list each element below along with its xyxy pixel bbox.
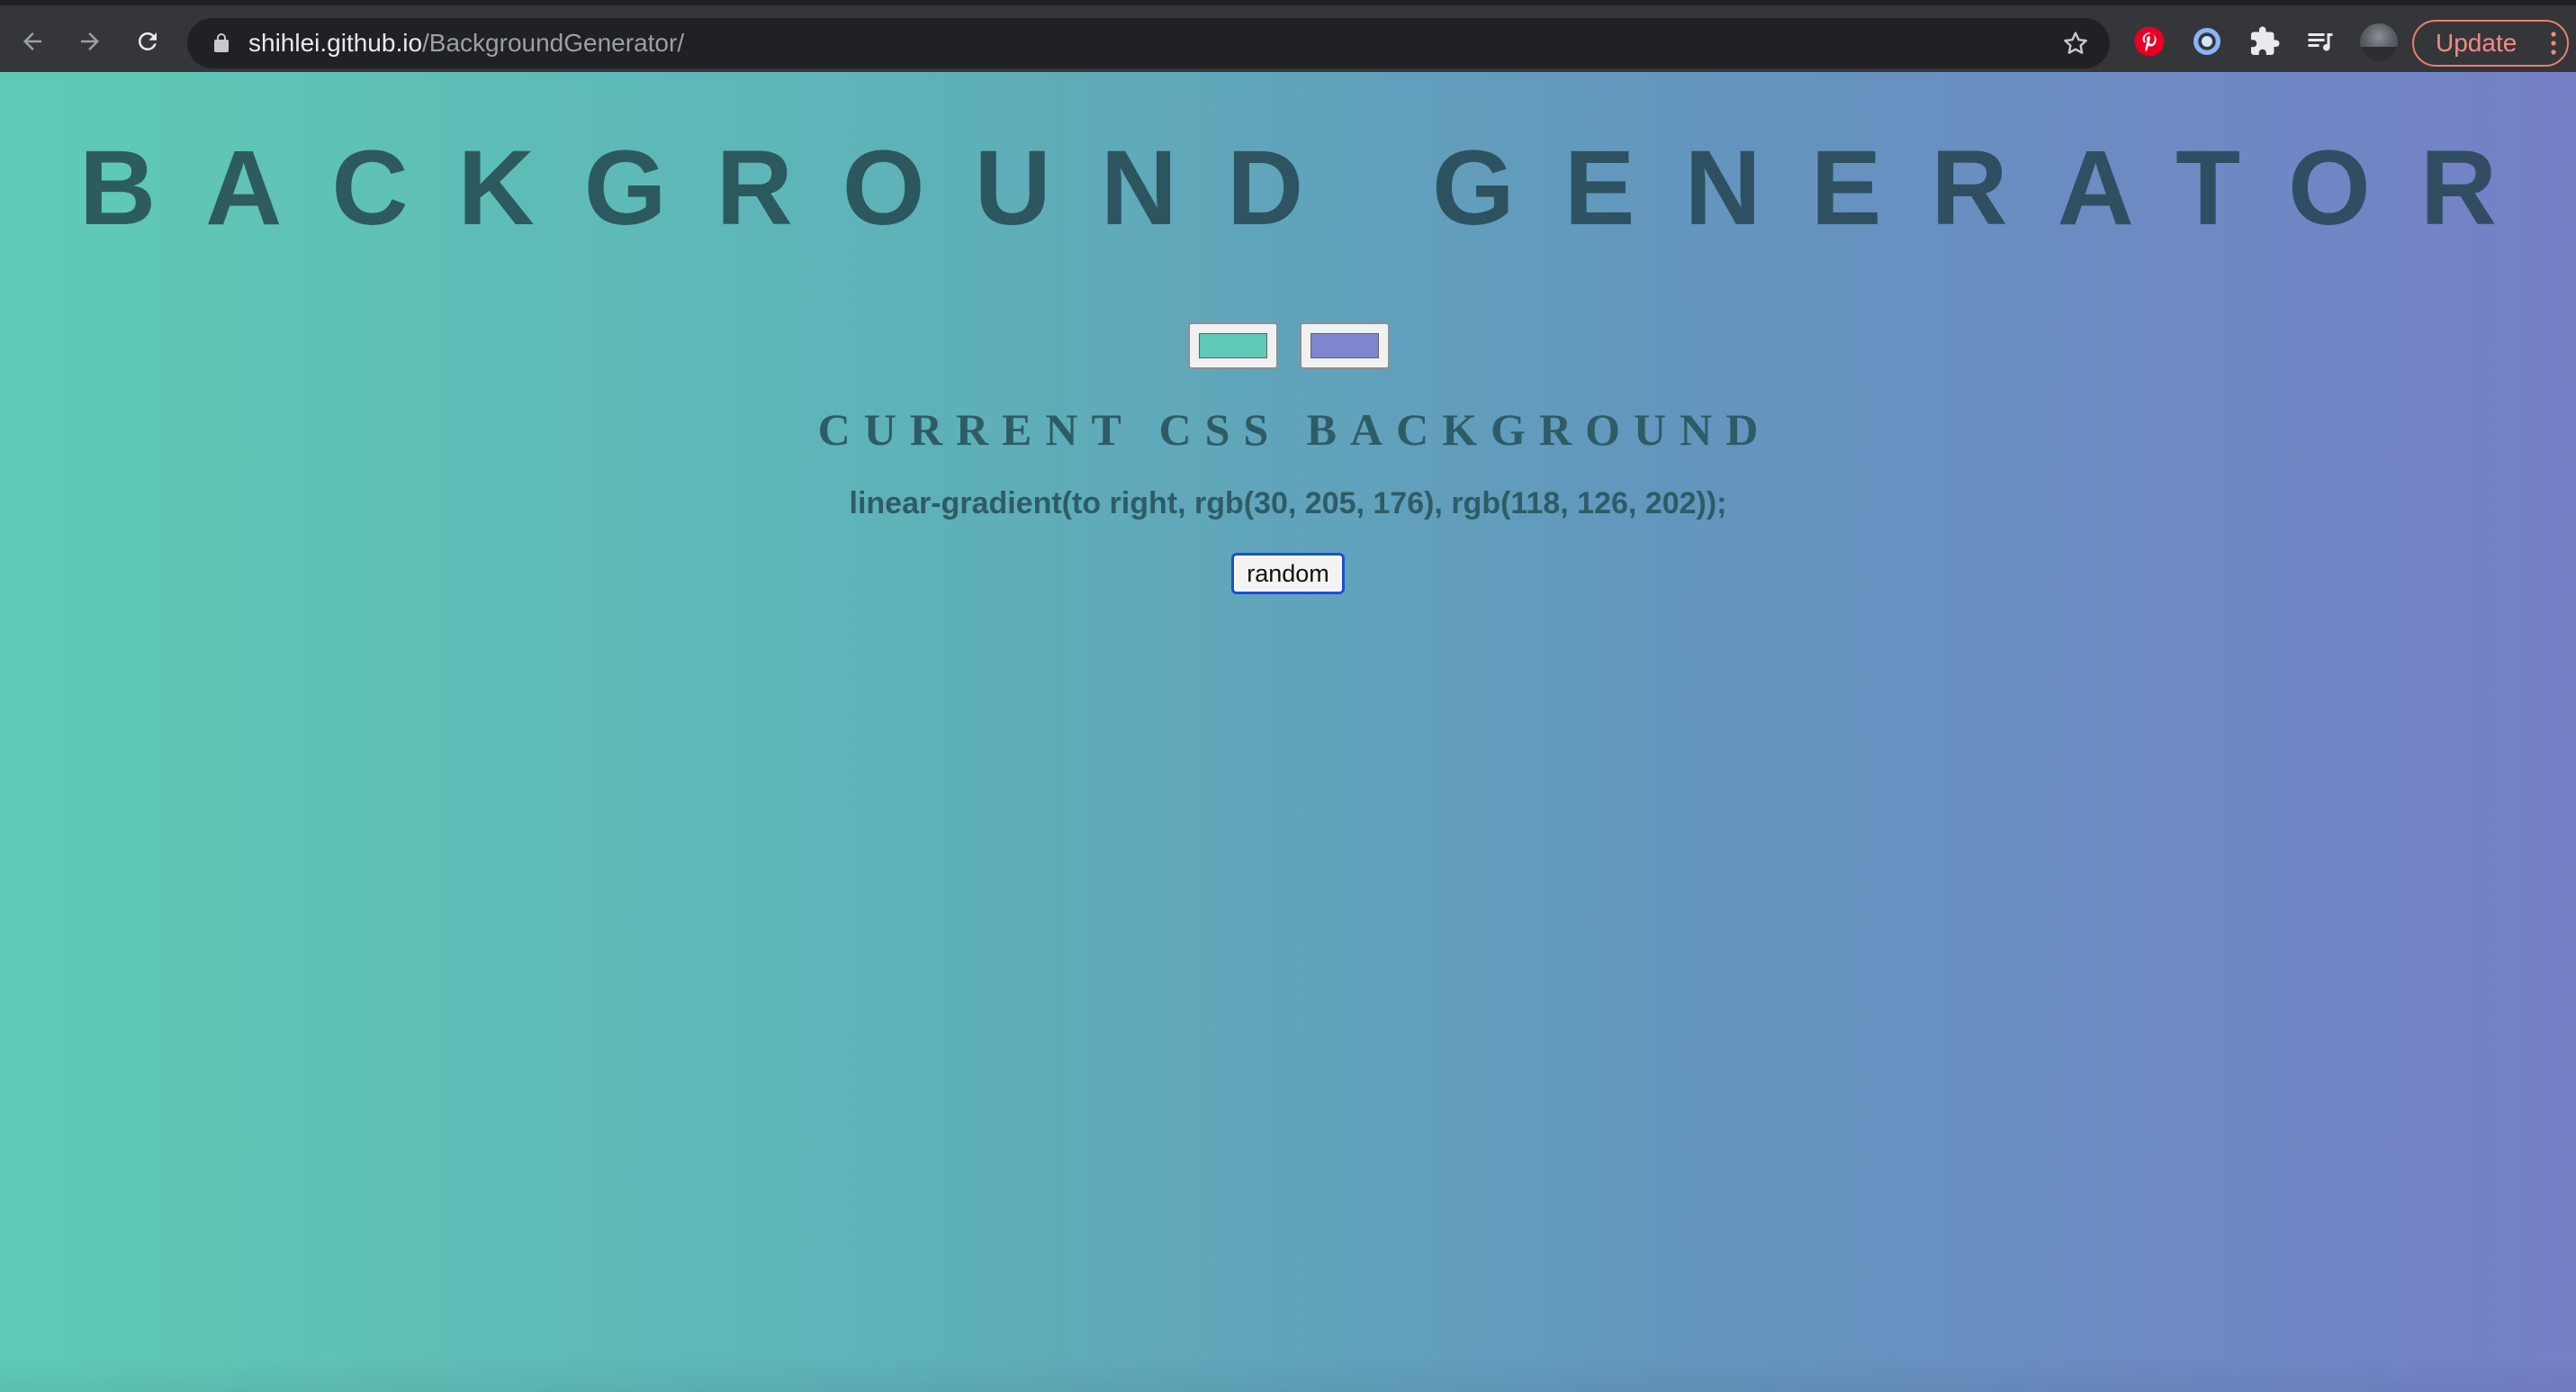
star-icon[interactable] bbox=[2061, 29, 2090, 58]
page-title: BACKGROUND GENERATOR bbox=[78, 129, 2547, 248]
color-input-2[interactable] bbox=[1300, 322, 1390, 369]
update-button[interactable]: Update bbox=[2412, 20, 2569, 67]
media-queue-icon bbox=[2308, 33, 2333, 51]
url-path: /BackgroundGenerator/ bbox=[422, 29, 685, 57]
puzzle-icon bbox=[2251, 26, 2280, 55]
circle-extension[interactable] bbox=[2189, 23, 2225, 59]
forward-button[interactable] bbox=[72, 23, 108, 59]
extensions-button[interactable] bbox=[2247, 23, 2283, 59]
section-heading: CURRENT CSS BACKGROUND bbox=[817, 404, 1772, 455]
address-bar[interactable]: shihlei.github.io/BackgroundGenerator/ bbox=[187, 18, 2110, 68]
url-text[interactable]: shihlei.github.io/BackgroundGenerator/ bbox=[248, 29, 684, 58]
color-pickers bbox=[1188, 322, 1390, 369]
more-vertical-icon[interactable] bbox=[2551, 31, 2556, 56]
page-viewport: BACKGROUND GENERATOR CURRENT CSS BACKGRO… bbox=[0, 72, 2576, 1392]
color-swatch-1 bbox=[1199, 333, 1267, 358]
pinterest-extension[interactable] bbox=[2131, 23, 2167, 59]
browser-toolbar: shihlei.github.io/BackgroundGenerator/ U… bbox=[0, 0, 2576, 72]
random-button[interactable]: random bbox=[1231, 553, 1345, 594]
profile-avatar[interactable] bbox=[2360, 23, 2398, 61]
back-arrow-icon bbox=[23, 32, 41, 50]
extension-circle-icon bbox=[2193, 28, 2220, 55]
css-gradient-text: linear-gradient(to right, rgb(30, 205, 1… bbox=[849, 486, 1727, 520]
lock-icon[interactable] bbox=[211, 32, 232, 54]
reload-button[interactable] bbox=[130, 23, 166, 59]
pinterest-icon bbox=[2134, 26, 2165, 57]
back-button[interactable] bbox=[14, 23, 50, 59]
color-input-1[interactable] bbox=[1188, 322, 1278, 369]
forward-arrow-icon bbox=[81, 32, 99, 50]
color-swatch-2 bbox=[1311, 333, 1379, 358]
url-host: shihlei.github.io bbox=[248, 29, 423, 57]
media-queue-button[interactable] bbox=[2302, 23, 2338, 59]
update-label: Update bbox=[2436, 29, 2517, 57]
reload-icon bbox=[139, 32, 157, 50]
